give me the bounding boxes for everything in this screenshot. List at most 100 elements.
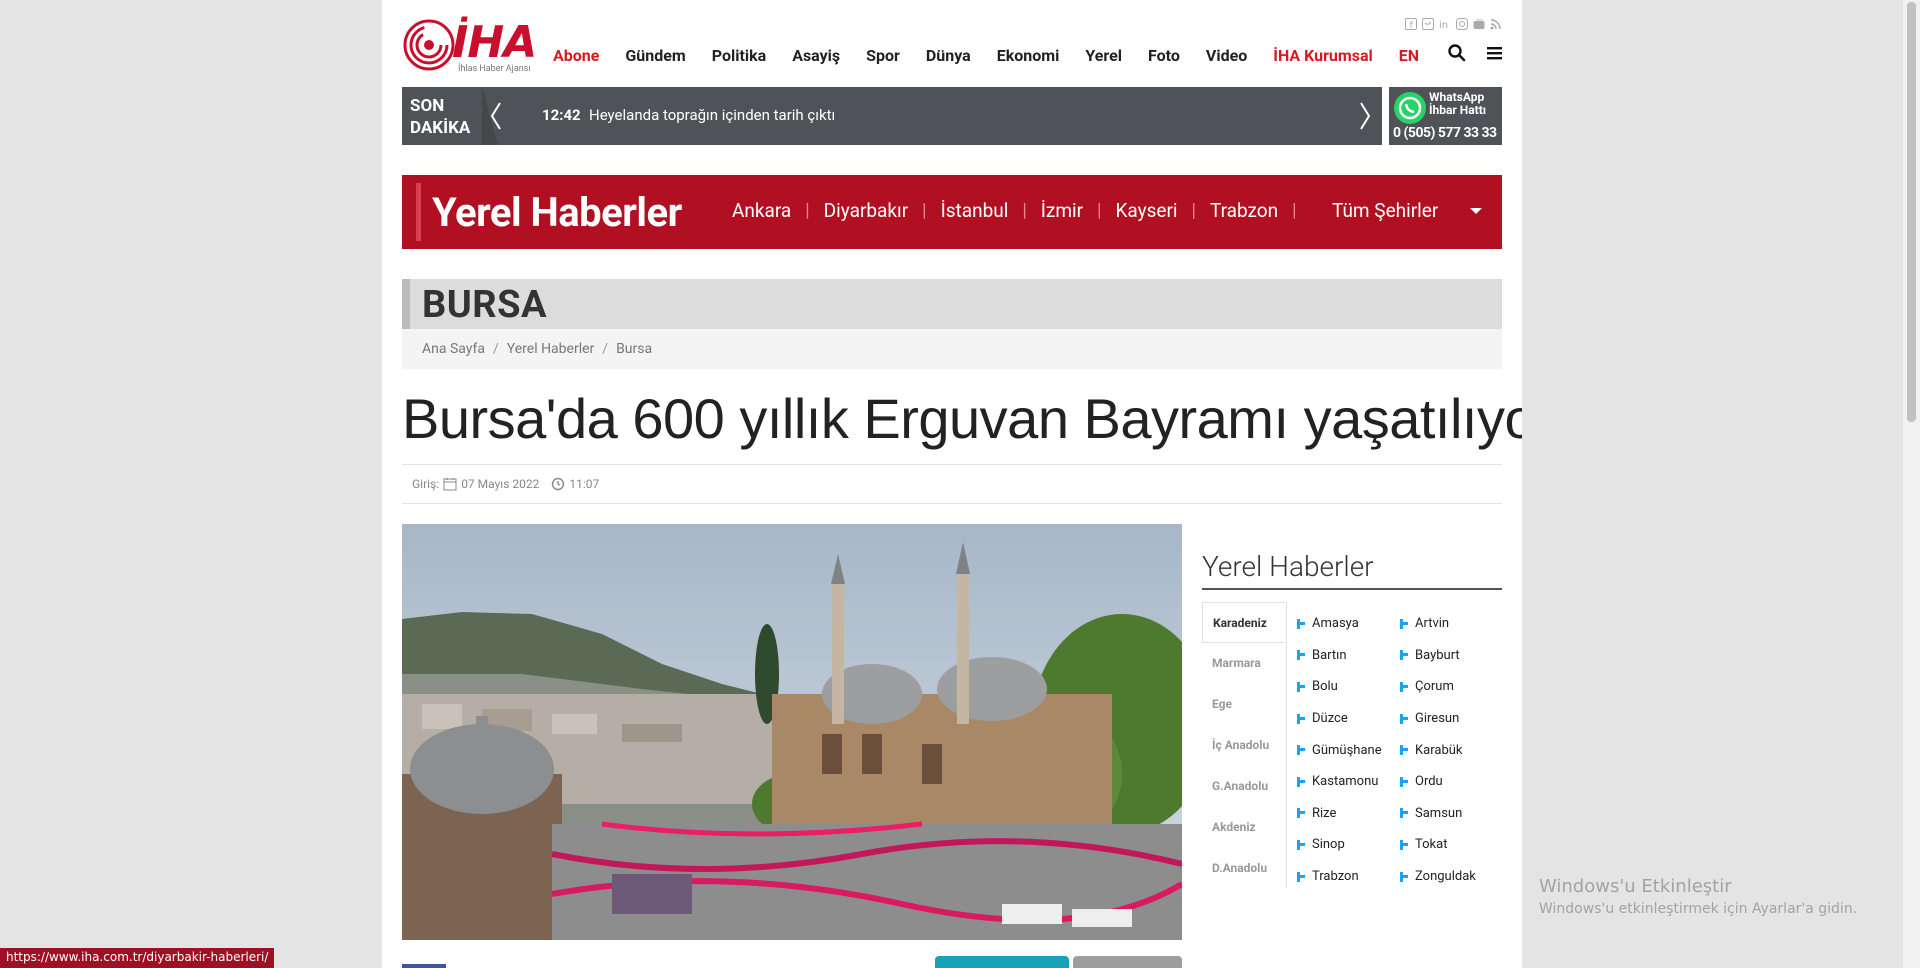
list-item[interactable]: Rize bbox=[1297, 798, 1400, 830]
city-link[interactable]: Bartın bbox=[1312, 648, 1347, 663]
all-cities-dropdown[interactable]: Tüm Şehirler bbox=[1332, 199, 1438, 222]
city-link[interactable]: Gümüşhane bbox=[1312, 743, 1382, 758]
nav-video[interactable]: Video bbox=[1206, 46, 1247, 65]
tab-akdeniz[interactable]: Akdeniz bbox=[1202, 807, 1286, 848]
nav-yerel[interactable]: Yerel bbox=[1085, 46, 1122, 65]
breaking-time: 12:42 bbox=[542, 106, 581, 124]
list-item[interactable]: Düzce bbox=[1297, 703, 1400, 735]
city-link[interactable]: Rize bbox=[1312, 806, 1336, 821]
share-facebook-button[interactable] bbox=[402, 964, 446, 968]
list-item[interactable]: Tokat bbox=[1400, 829, 1503, 861]
nav-foto[interactable]: Foto bbox=[1148, 46, 1180, 65]
rss-icon[interactable] bbox=[1490, 18, 1502, 30]
search-icon[interactable] bbox=[1448, 44, 1466, 62]
tab-karadeniz[interactable]: Karadeniz bbox=[1202, 602, 1286, 643]
nav-abone[interactable]: Abone bbox=[553, 46, 599, 65]
breaking-label-line2: DAKİKA bbox=[410, 118, 471, 138]
city-link[interactable]: Sinop bbox=[1312, 837, 1345, 852]
city-ankara[interactable]: Ankara bbox=[732, 199, 791, 222]
list-item[interactable]: Ordu bbox=[1400, 766, 1503, 798]
list-item[interactable]: Sinop bbox=[1297, 829, 1400, 861]
nav-politika[interactable]: Politika bbox=[712, 46, 766, 65]
linkedin-icon[interactable]: in bbox=[1439, 18, 1451, 30]
breadcrumb-yerel[interactable]: Yerel Haberler bbox=[507, 341, 595, 357]
list-item[interactable]: Kastamonu bbox=[1297, 766, 1400, 798]
list-item[interactable]: Artvin bbox=[1400, 608, 1503, 640]
region-tabs-divider bbox=[1286, 602, 1287, 888]
share-button[interactable] bbox=[935, 956, 1069, 968]
city-izmir[interactable]: İzmir bbox=[1041, 199, 1083, 222]
nav-gundem[interactable]: Gündem bbox=[625, 46, 685, 65]
city-link[interactable]: Karabük bbox=[1415, 743, 1463, 758]
list-item[interactable]: Trabzon bbox=[1297, 861, 1400, 893]
instagram-icon[interactable] bbox=[1456, 18, 1468, 30]
city-link[interactable]: Bayburt bbox=[1415, 648, 1460, 663]
city-link[interactable]: Tokat bbox=[1415, 837, 1447, 852]
list-item[interactable]: Gümüşhane bbox=[1297, 734, 1400, 766]
city-link[interactable]: Ordu bbox=[1415, 774, 1443, 789]
chevron-right-icon[interactable] bbox=[1357, 101, 1373, 131]
nav-asayis[interactable]: Asayiş bbox=[792, 46, 840, 65]
breadcrumb-home[interactable]: Ana Sayfa bbox=[422, 341, 485, 357]
scrollbar-thumb[interactable] bbox=[1907, 2, 1916, 422]
whatsapp-hotline[interactable]: WhatsApp İhbar Hattı 0 (505) 577 33 33 bbox=[1389, 87, 1502, 145]
city-link[interactable]: Çorum bbox=[1415, 679, 1454, 694]
city-link[interactable]: Düzce bbox=[1312, 711, 1348, 726]
nav-iha-kurumsal[interactable]: İHA Kurumsal bbox=[1273, 46, 1373, 65]
site-logo[interactable]: İHA İhlas Haber Ajansı bbox=[402, 16, 544, 76]
page-scrollbar[interactable] bbox=[1903, 0, 1920, 968]
list-item[interactable]: Samsun bbox=[1400, 798, 1503, 830]
tab-g-anadolu[interactable]: G.Anadolu bbox=[1202, 766, 1286, 807]
city-trabzon[interactable]: Trabzon bbox=[1210, 199, 1278, 222]
nav-spor[interactable]: Spor bbox=[866, 46, 900, 65]
yerel-title[interactable]: Yerel Haberler bbox=[432, 189, 682, 236]
list-item[interactable]: Bartın bbox=[1297, 640, 1400, 672]
mosque-festival-image bbox=[402, 524, 1182, 940]
comment-button[interactable] bbox=[1073, 956, 1182, 968]
city-separator: | bbox=[922, 200, 927, 221]
bullet-icon bbox=[1297, 745, 1307, 756]
breaking-headline[interactable]: Heyelanda toprağın içinden tarih çıktı bbox=[589, 106, 835, 124]
tab-marmara[interactable]: Marmara bbox=[1202, 643, 1286, 684]
nav-ekonomi[interactable]: Ekonomi bbox=[997, 46, 1060, 65]
city-diyarbakir[interactable]: Diyarbakır bbox=[824, 199, 909, 222]
city-istanbul[interactable]: İstanbul bbox=[941, 199, 1009, 222]
bullet-icon bbox=[1400, 776, 1410, 787]
tab-ege[interactable]: Ege bbox=[1202, 684, 1286, 725]
nav-dunya[interactable]: Dünya bbox=[926, 46, 971, 65]
menu-icon[interactable] bbox=[1486, 44, 1504, 62]
city-link[interactable]: Samsun bbox=[1415, 806, 1462, 821]
city-link[interactable]: Zonguldak bbox=[1415, 869, 1476, 884]
city-link[interactable]: Amasya bbox=[1312, 616, 1359, 631]
page: İHA İhlas Haber Ajansı Abone Gündem Poli… bbox=[382, 0, 1522, 968]
list-item[interactable]: Giresun bbox=[1400, 703, 1503, 735]
breadcrumb-current[interactable]: Bursa bbox=[616, 341, 652, 357]
bullet-icon bbox=[1297, 618, 1307, 629]
city-link[interactable]: Trabzon bbox=[1312, 869, 1359, 884]
city-link[interactable]: Artvin bbox=[1415, 616, 1449, 631]
city-link[interactable]: Kastamonu bbox=[1312, 774, 1378, 789]
article-time: 11:07 bbox=[569, 477, 600, 491]
city-kayseri[interactable]: Kayseri bbox=[1116, 199, 1178, 222]
facebook-icon[interactable]: f bbox=[1405, 18, 1417, 30]
bullet-icon bbox=[1400, 745, 1410, 756]
list-item[interactable]: Bolu bbox=[1297, 671, 1400, 703]
list-item[interactable]: Bayburt bbox=[1400, 640, 1503, 672]
list-item[interactable]: Karabük bbox=[1400, 734, 1503, 766]
article-photo[interactable] bbox=[402, 524, 1182, 940]
tab-d-anadolu[interactable]: D.Anadolu bbox=[1202, 848, 1286, 889]
tab-ic-anadolu[interactable]: İç Anadolu bbox=[1202, 725, 1286, 766]
chevron-left-icon[interactable] bbox=[488, 101, 504, 131]
city-link[interactable]: Giresun bbox=[1415, 711, 1459, 726]
twitter-icon[interactable] bbox=[1422, 18, 1434, 30]
section-header: BURSA bbox=[402, 279, 1502, 329]
caret-down-icon[interactable] bbox=[1470, 208, 1482, 214]
list-item[interactable]: Zonguldak bbox=[1400, 861, 1503, 893]
city-link[interactable]: Bolu bbox=[1312, 679, 1338, 694]
list-item[interactable]: Çorum bbox=[1400, 671, 1503, 703]
youtube-icon[interactable]: You bbox=[1473, 18, 1485, 30]
bullet-icon bbox=[1400, 681, 1410, 692]
city-separator: | bbox=[1022, 200, 1027, 221]
nav-en[interactable]: EN bbox=[1399, 46, 1419, 65]
list-item[interactable]: Amasya bbox=[1297, 608, 1400, 640]
